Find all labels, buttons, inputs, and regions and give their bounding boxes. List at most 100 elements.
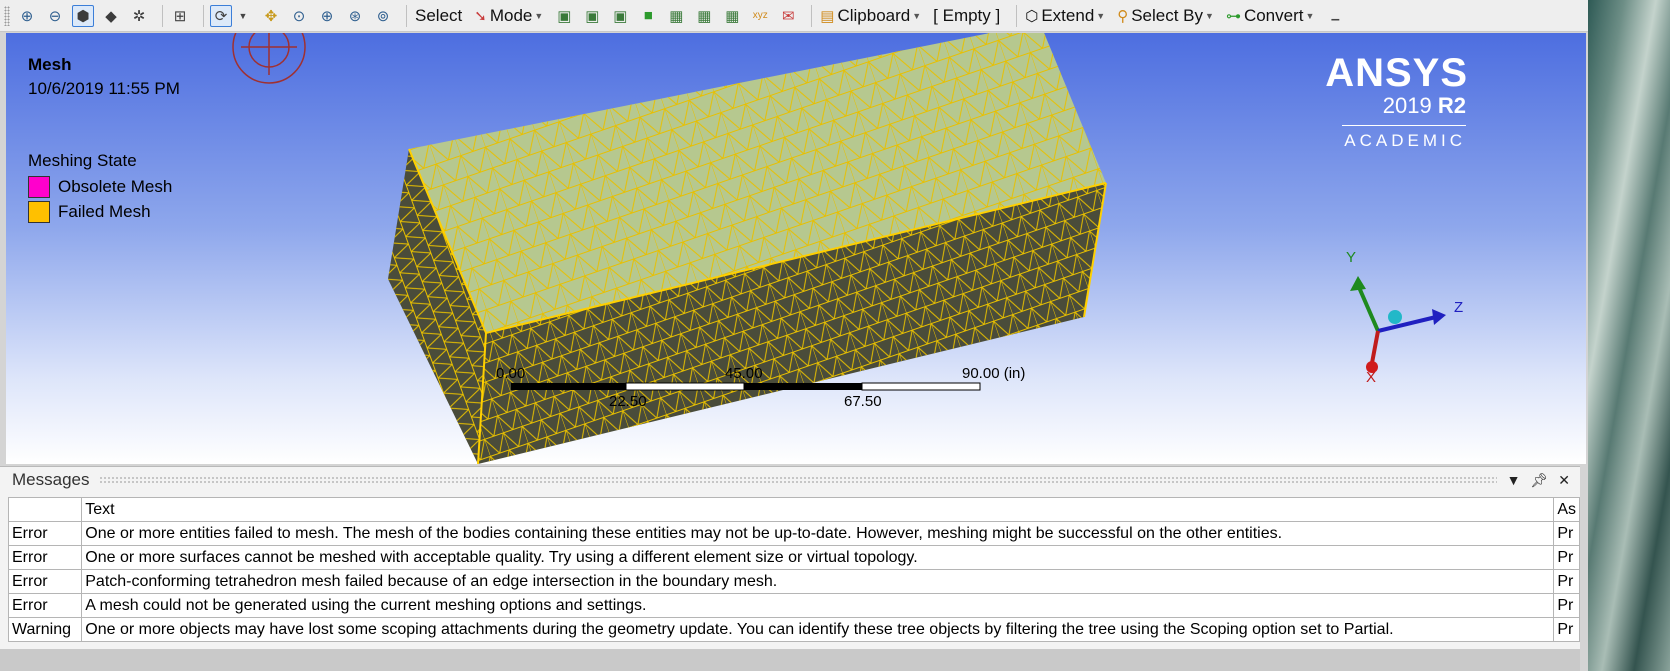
chevron-down-icon: ▼ <box>1305 10 1315 21</box>
show-edges-icon[interactable]: ✲ <box>128 5 150 27</box>
message-association: Pr <box>1553 593 1580 618</box>
background-image <box>1588 0 1670 671</box>
panel-menu-icon[interactable]: ▼ <box>1507 472 1521 488</box>
messages-title: Messages <box>12 470 90 489</box>
column-header-association[interactable]: As <box>1553 497 1580 522</box>
toolbar-separator <box>406 4 407 27</box>
column-header-text[interactable]: Text <box>81 497 1555 522</box>
select-by-button[interactable]: ⚲ Select By ▼ <box>1115 4 1216 28</box>
pan-icon[interactable]: ✥ <box>260 5 282 27</box>
table-row[interactable]: Error Patch-conforming tetrahedron mesh … <box>7 569 1580 594</box>
message-association: Pr <box>1553 569 1580 594</box>
chevron-down-icon: ▼ <box>534 10 544 21</box>
viewport-date: 10/6/2019 11:55 PM <box>28 79 180 98</box>
zoom-to-fit-icon[interactable]: ⊕ <box>16 5 38 27</box>
body-view-icon[interactable]: ⬢ <box>72 4 94 27</box>
messages-footer <box>0 649 1580 671</box>
mode-label: Mode <box>489 5 533 25</box>
extend-button[interactable]: ⬡ Extend ▼ <box>1023 4 1107 28</box>
select-button[interactable]: Select <box>413 4 464 28</box>
clipboard-icon: ▤ <box>820 7 835 25</box>
graphics-viewport[interactable]: Mesh 10/6/2019 11:55 PM Meshing State Ob… <box>6 33 1586 464</box>
zoom-in-icon[interactable]: ⊕ <box>316 5 338 27</box>
legend-label: Failed Mesh <box>58 202 151 221</box>
toolbar-separator <box>162 4 163 27</box>
toolbar-grip[interactable] <box>4 5 10 26</box>
column-header-type[interactable] <box>7 497 83 522</box>
viewport-title: Mesh <box>28 55 72 74</box>
mode-button[interactable]: ➘ Mode ▼ <box>472 4 545 28</box>
triad-y-label: Y <box>1346 249 1357 266</box>
table-row[interactable]: Error One or more entities failed to mes… <box>7 521 1580 546</box>
chevron-down-icon: ▼ <box>1096 10 1106 21</box>
select-body-icon[interactable]: ■ <box>637 5 659 27</box>
select-element-face-icon[interactable]: ▦ <box>693 5 715 27</box>
cursor-icon: ➘ <box>474 7 487 25</box>
legend-item-obsolete-mesh: Obsolete Mesh <box>28 176 172 198</box>
scale-label: 67.50 <box>844 393 882 410</box>
rotate-icon[interactable]: ⟳ <box>210 4 232 27</box>
message-text: A mesh could not be generated using the … <box>81 593 1555 618</box>
extend-icon: ⬡ <box>1025 7 1039 25</box>
message-text: One or more entities failed to mesh. The… <box>81 521 1555 546</box>
message-text: One or more objects may have lost some s… <box>81 617 1555 642</box>
zoom-out-icon[interactable]: ⊖ <box>44 5 66 27</box>
brand-year: 2019 <box>1382 93 1432 118</box>
chevron-down-icon: ▼ <box>1205 10 1214 21</box>
probe-icon[interactable]: ✉ <box>777 5 799 27</box>
panel-drag-handle[interactable] <box>99 476 1497 484</box>
select-vertex-icon[interactable]: ▣ <box>553 5 575 27</box>
message-type: Error <box>7 521 83 546</box>
toolbar-separator <box>811 4 813 27</box>
message-association: Pr <box>1553 545 1580 570</box>
table-row[interactable]: Error One or more surfaces cannot be mes… <box>7 545 1580 570</box>
toolbar-separator <box>1016 4 1018 27</box>
toolbar-separator <box>203 4 204 27</box>
coordinate-icon[interactable]: xyz <box>749 5 771 27</box>
brand-divider <box>1342 125 1466 126</box>
scale-label: 22.50 <box>609 393 647 410</box>
legend-label: Obsolete Mesh <box>58 177 173 196</box>
scale-label: 0.00 <box>496 365 526 382</box>
brand-release-code: R2 <box>1437 93 1466 118</box>
message-text: One or more surfaces cannot be meshed wi… <box>81 545 1555 570</box>
toolbar: ⊕ ⊖ ⬢ ◆ ✲ ⊞ ⟳ ▼ ✥ ⊙ ⊕ ⊛ ⊚ Select ➘ Mode ▼ … <box>0 0 1588 32</box>
messages-table: Text As Error One or more entities faile… <box>7 497 1580 642</box>
close-icon[interactable]: ✕ <box>1558 472 1570 489</box>
rotation-center-icon[interactable] <box>232 33 306 84</box>
select-node-icon[interactable]: ▦ <box>665 5 687 27</box>
rotate-dropdown-icon[interactable]: ▼ <box>232 5 254 27</box>
table-row[interactable]: Error A mesh could not be generated usin… <box>7 593 1580 618</box>
extend-label: Extend <box>1041 5 1095 25</box>
shaded-view-icon[interactable]: ◆ <box>100 5 122 27</box>
scale-label: 45.00 <box>725 365 763 382</box>
toolbar-overflow-icon[interactable]: ▁ <box>1324 5 1346 27</box>
zoom-box-icon[interactable]: ⊛ <box>344 5 366 27</box>
message-type: Error <box>7 593 83 618</box>
select-by-label: Select By <box>1131 5 1204 25</box>
triad-x-label: X <box>1366 369 1377 386</box>
pin-icon[interactable]: 📌︎ <box>1530 472 1548 489</box>
brand-edition: ACADEMIC <box>1344 131 1466 150</box>
select-edge-icon[interactable]: ▣ <box>581 5 603 27</box>
convert-button[interactable]: ⊶ Convert ▼ <box>1224 4 1316 28</box>
triad-z-label: Z <box>1454 299 1464 316</box>
select-element-icon[interactable]: ▦ <box>721 5 743 27</box>
box-zoom-icon[interactable]: ⊞ <box>169 5 191 27</box>
message-association: Pr <box>1553 521 1580 546</box>
brand-logo: ANSYS <box>1325 51 1468 95</box>
chevron-down-icon: ▼ <box>912 10 922 21</box>
message-type: Error <box>7 569 83 594</box>
clipboard-empty-label: [ Empty ] <box>933 5 1001 25</box>
table-header-row: Text As <box>7 497 1580 522</box>
table-row[interactable]: Warning One or more objects may have los… <box>7 617 1580 642</box>
select-face-icon[interactable]: ▣ <box>609 5 631 27</box>
zoom-icon[interactable]: ⊙ <box>288 5 310 27</box>
convert-icon: ⊶ <box>1225 7 1241 25</box>
convert-label: Convert <box>1243 5 1304 25</box>
zoom-fit-icon[interactable]: ⊚ <box>372 5 394 27</box>
clipboard-button[interactable]: ▤ Clipboard ▼ <box>818 4 923 28</box>
axis-triad <box>1350 276 1446 373</box>
legend-title: Meshing State <box>28 151 137 170</box>
legend-swatch <box>28 176 50 198</box>
